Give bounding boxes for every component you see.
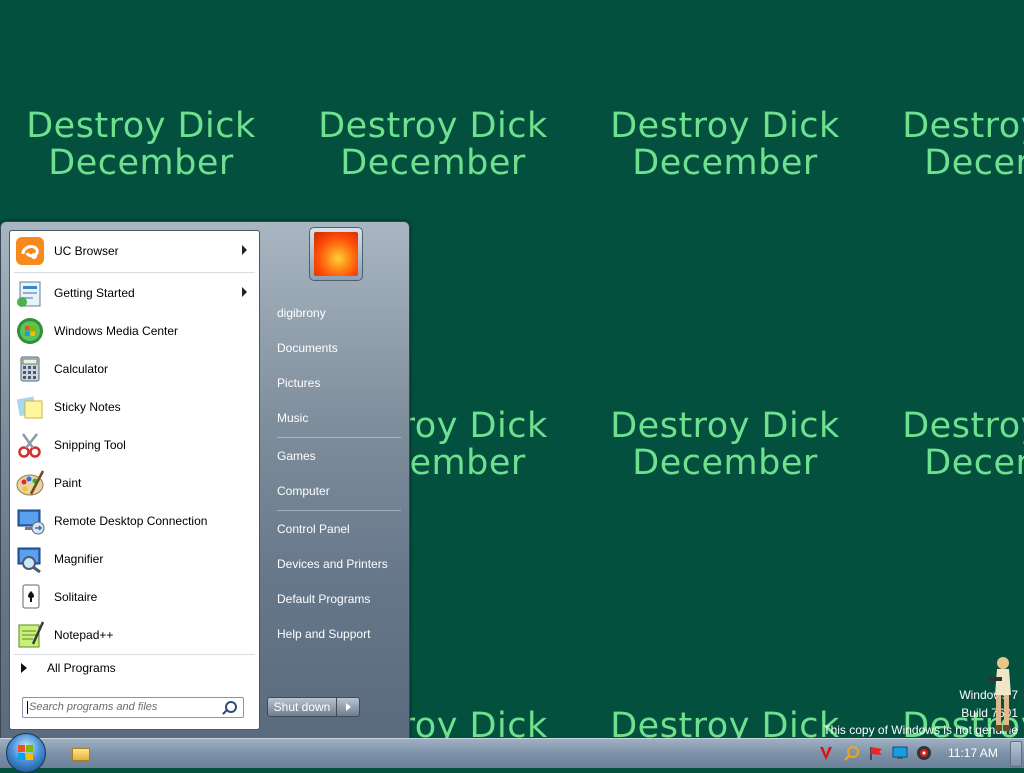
- show-desktop-button[interactable]: [1010, 741, 1022, 767]
- search-tray-icon[interactable]: [844, 745, 860, 761]
- start-menu-places-pane: digibrony Documents Pictures Music Games…: [263, 222, 409, 737]
- program-label: Notepad++: [54, 628, 114, 642]
- all-programs-label: All Programs: [47, 661, 116, 675]
- network-tray-icon[interactable]: [892, 745, 908, 761]
- pinned-program-uc-browser[interactable]: UC Browser: [12, 233, 257, 269]
- start-menu-programs-pane: UC Browser Getting Started Windows Media…: [9, 230, 260, 730]
- documents-link[interactable]: Documents: [277, 341, 338, 355]
- all-programs-button[interactable]: All Programs: [18, 661, 116, 675]
- pinned-program-windows-media-center[interactable]: Windows Media Center: [12, 313, 257, 349]
- windows-logo-icon: [18, 745, 35, 761]
- media-center-icon: [14, 315, 46, 347]
- computer-link[interactable]: Computer: [277, 484, 330, 498]
- program-label: Snipping Tool: [54, 438, 126, 452]
- program-label: UC Browser: [54, 244, 119, 258]
- wallpaper-text: Destroy DickDecember: [318, 106, 548, 183]
- divider: [14, 654, 255, 655]
- not-genuine-notice: This copy of Windows is not genuine: [823, 723, 1018, 737]
- search-placeholder: Search programs and files: [29, 701, 158, 713]
- pinned-program-magnifier[interactable]: Magnifier: [12, 541, 257, 577]
- start-button[interactable]: [6, 733, 46, 773]
- program-label: Magnifier: [54, 552, 104, 566]
- program-label: Calculator: [54, 362, 109, 376]
- system-clock[interactable]: 11:17 AM: [948, 746, 998, 760]
- devices-and-printers-link[interactable]: Devices and Printers: [277, 557, 388, 571]
- volume-tray-icon[interactable]: [916, 745, 932, 761]
- expand-arrow-icon: [21, 663, 27, 673]
- pinned-program-snipping-tool[interactable]: Snipping Tool: [12, 427, 257, 463]
- program-label: Windows Media Center: [54, 324, 179, 338]
- antivirus-v-icon[interactable]: [818, 745, 834, 761]
- wallpaper-text: Destroy DickDecember: [902, 106, 1024, 183]
- user-avatar[interactable]: [309, 227, 363, 281]
- remote-desktop-icon: [14, 505, 46, 537]
- pinned-program-solitaire[interactable]: Solitaire: [12, 579, 257, 615]
- uc-browser-icon: [14, 235, 46, 267]
- pinned-program-getting-started[interactable]: Getting Started: [12, 275, 257, 311]
- wallpaper-text: Destroy DickDecember: [26, 106, 256, 183]
- snipping-tool-icon: [14, 429, 46, 461]
- start-menu: UC Browser Getting Started Windows Media…: [0, 221, 410, 739]
- windows-explorer-taskbar-icon[interactable]: [72, 748, 90, 761]
- start-search-input[interactable]: Search programs and files: [22, 697, 244, 718]
- divider: [14, 272, 255, 273]
- program-label: Paint: [54, 476, 82, 490]
- wallpaper-text: Destroy DickDecember: [902, 406, 1024, 483]
- submenu-arrow-icon[interactable]: [242, 287, 247, 297]
- calculator-icon: [14, 353, 46, 385]
- text-caret: [27, 701, 28, 714]
- divider: [277, 510, 401, 511]
- pictures-link[interactable]: Pictures: [277, 376, 320, 390]
- magnifier-icon: [14, 543, 46, 575]
- control-panel-link[interactable]: Control Panel: [277, 522, 350, 536]
- user-folder-link[interactable]: digibrony: [277, 306, 326, 320]
- music-link[interactable]: Music: [277, 411, 308, 425]
- games-link[interactable]: Games: [277, 449, 316, 463]
- search-icon[interactable]: [225, 701, 237, 713]
- default-programs-link[interactable]: Default Programs: [277, 592, 370, 606]
- solitaire-icon: [14, 581, 46, 613]
- pinned-program-remote-desktop[interactable]: Remote Desktop Connection: [12, 503, 257, 539]
- program-label: Getting Started: [54, 286, 135, 300]
- notepadpp-icon: [14, 619, 46, 651]
- pinned-program-paint[interactable]: Paint: [12, 465, 257, 501]
- sticky-notes-icon: [14, 391, 46, 423]
- taskbar: 11:17 AM: [0, 733, 1024, 773]
- shutdown-options-arrow-icon[interactable]: [337, 697, 360, 717]
- pinned-program-sticky-notes[interactable]: Sticky Notes: [12, 389, 257, 425]
- wallpaper-text: Destroy DickDecember: [610, 406, 840, 483]
- getting-started-icon: [14, 277, 46, 309]
- pinned-program-notepadpp[interactable]: Notepad++: [12, 617, 257, 653]
- flower-picture-icon: [314, 232, 358, 276]
- program-label: Solitaire: [54, 590, 98, 604]
- program-label: Remote Desktop Connection: [54, 514, 208, 528]
- wallpaper-text: Destroy DickDecember: [610, 106, 840, 183]
- paint-icon: [14, 467, 46, 499]
- flag-tray-icon[interactable]: [868, 745, 884, 761]
- submenu-arrow-icon[interactable]: [242, 245, 247, 255]
- desktop-character-figure[interactable]: [984, 655, 1020, 735]
- help-and-support-link[interactable]: Help and Support: [277, 627, 370, 641]
- pinned-program-calculator[interactable]: Calculator: [12, 351, 257, 387]
- program-label: Sticky Notes: [54, 400, 121, 414]
- shutdown-button[interactable]: Shut down: [267, 697, 337, 717]
- divider: [277, 437, 401, 438]
